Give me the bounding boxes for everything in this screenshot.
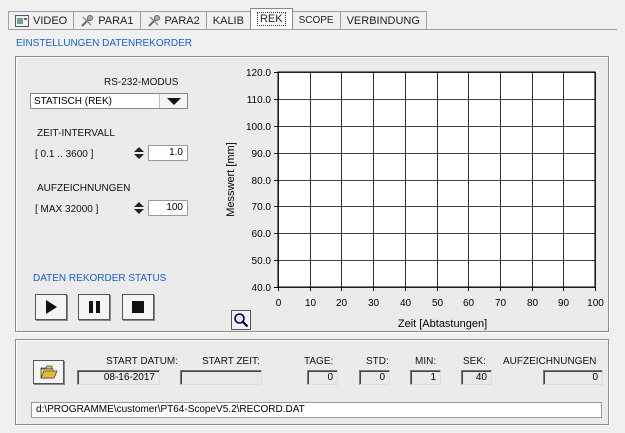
y-tick-label: 40.0 — [252, 283, 272, 294]
x-tick-label: 60 — [463, 298, 475, 309]
y-tick-label: 50.0 — [252, 256, 272, 267]
x-tick-label: 90 — [558, 298, 570, 309]
open-file-button[interactable] — [33, 360, 64, 384]
days-label: TAGE: — [304, 356, 334, 367]
seconds-label: SEK: — [463, 356, 486, 367]
open-folder-icon — [39, 365, 58, 379]
start-time-label: START ZEIT: — [202, 356, 260, 367]
x-axis-label: Zeit [Abtastungen] — [398, 318, 487, 330]
file-path-field[interactable]: d:\PROGRAMME\customer\PT64-ScopeV5.2\REC… — [31, 402, 602, 418]
tab-rek[interactable]: REK — [249, 8, 293, 29]
minutes-field: 1 — [410, 370, 441, 385]
y-axis-label: Messwert [mm] — [225, 142, 237, 217]
start-date-label: START DATUM: — [106, 356, 179, 367]
hours-label: STD: — [366, 356, 389, 367]
start-date-field: 08-16-2017 — [77, 370, 160, 385]
start-time-field — [180, 370, 262, 385]
x-tick-label: 10 — [305, 298, 317, 309]
y-tick-label: 90.0 — [252, 149, 272, 160]
records-count-field: 0 — [543, 370, 603, 385]
x-tick-label: 50 — [432, 298, 444, 309]
magnifier-icon — [234, 313, 249, 328]
minutes-label: MIN: — [415, 356, 437, 367]
y-tick-label: 70.0 — [252, 202, 272, 213]
x-tick-label: 20 — [336, 298, 348, 309]
x-tick-label: 0 — [276, 298, 282, 309]
hours-field: 0 — [359, 370, 390, 385]
x-tick-label: 70 — [495, 298, 507, 309]
x-tick-label: 30 — [368, 298, 380, 309]
plot-area — [277, 71, 596, 288]
days-field: 0 — [307, 370, 338, 385]
y-tick-label: 60.0 — [252, 229, 272, 240]
y-tick-label: 120.0 — [246, 68, 271, 79]
y-tick-label: 110.0 — [247, 95, 272, 106]
y-tick-label: 100.0 — [246, 122, 271, 133]
zoom-button[interactable] — [231, 310, 251, 330]
x-tick-label: 40 — [400, 298, 412, 309]
x-tick-label: 80 — [527, 298, 539, 309]
seconds-field: 40 — [461, 370, 492, 385]
tab-rek-label: REK — [256, 12, 286, 26]
records-count-label: AUFZEICHNUNGEN — [503, 356, 597, 367]
y-tick-label: 80.0 — [252, 176, 272, 187]
x-tick-label: 100 — [587, 298, 604, 309]
